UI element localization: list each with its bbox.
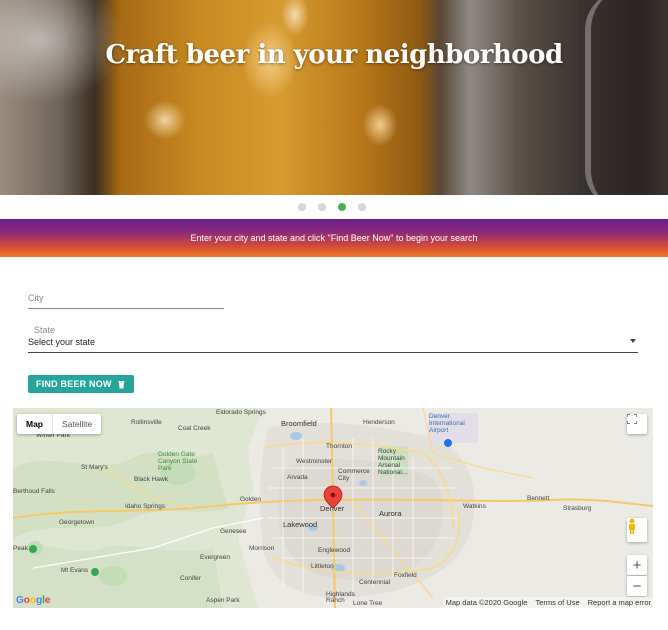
map-label: Berthoud Falls [13, 488, 55, 495]
google-map[interactable]: Eldorado Springs Henderson Denver Intern… [13, 408, 653, 608]
carousel-dot-4[interactable] [358, 203, 366, 211]
map-attribution: Map data ©2020 Google Terms of Use Repor… [443, 597, 653, 608]
map-label: Centennial [359, 579, 391, 586]
carousel-indicators [298, 203, 366, 211]
map-label: Rocky Mountain Arsenal National... [378, 448, 408, 476]
carousel-dot-2[interactable] [318, 203, 326, 211]
instruction-banner: Enter your city and state and click "Fin… [0, 219, 668, 257]
state-label: State [34, 325, 56, 335]
map-label: Aspen Park [206, 597, 240, 604]
map-label: Thornton [326, 443, 353, 450]
map-label: Morrison [249, 545, 275, 552]
map-label: Lakewood [283, 520, 318, 529]
beer-mug-icon [118, 380, 125, 388]
map-label: Black Hawk [134, 476, 168, 483]
fullscreen-button[interactable] [627, 414, 647, 434]
map-type-control: Map Satellite [17, 414, 102, 434]
city-input[interactable]: City [28, 287, 224, 309]
find-beer-now-label: FIND BEER NOW [36, 379, 112, 389]
minus-icon: − [632, 577, 642, 595]
map-label: Bennett [527, 495, 550, 502]
street-view-pegman-button[interactable] [627, 518, 647, 542]
map-label: Lone Tree [353, 600, 383, 607]
map-label: Henderson [363, 419, 395, 426]
map-data-credit: Map data ©2020 Google [445, 598, 528, 607]
zoom-out-button[interactable]: − [627, 576, 647, 596]
terms-of-use-link[interactable]: Terms of Use [535, 598, 579, 607]
hero-title: Craft beer in your neighborhood [105, 40, 563, 70]
map-label: Denver [320, 504, 345, 513]
map-type-map-button[interactable]: Map [17, 414, 52, 434]
carousel-dot-1[interactable] [298, 203, 306, 211]
map-label: Commerce City [338, 468, 370, 482]
report-map-error-link[interactable]: Report a map error [588, 598, 651, 607]
plus-icon: + [632, 556, 642, 574]
map-label: St Mary's [81, 464, 108, 471]
map-label: Strasburg [563, 505, 592, 512]
hero-banner-image: Craft beer in your neighborhood [0, 0, 668, 195]
map-label: Denver International Airport [429, 413, 465, 434]
beer-foam-graphic [110, 0, 440, 195]
find-beer-now-button[interactable]: FIND BEER NOW [28, 375, 134, 393]
map-label: Conifer [180, 575, 201, 582]
map-type-satellite-button[interactable]: Satellite [52, 414, 101, 434]
city-placeholder: City [28, 293, 44, 303]
pegman-icon [629, 518, 635, 534]
map-label: Golden Gate Canyon State Park [158, 451, 198, 472]
map-label: Genesee [220, 528, 247, 535]
map-label: Mt Evans [61, 567, 89, 574]
map-label: Englewood [318, 547, 351, 554]
zoom-in-button[interactable]: + [627, 555, 647, 575]
map-label: Broomfield [281, 419, 317, 428]
map-label: Georgetown [59, 519, 95, 526]
map-label: Aurora [379, 509, 402, 518]
google-logo[interactable]: Google [16, 595, 50, 606]
map-label: Rollinsville [131, 419, 162, 426]
map-label: Golden [240, 496, 261, 503]
map-label: Littleton [311, 563, 334, 570]
map-label: Eldorado Springs [216, 409, 266, 416]
map-label: Foxfield [394, 572, 417, 579]
fullscreen-icon [627, 414, 637, 424]
state-selected-value: Select your state [28, 337, 96, 347]
map-label: Westminster [296, 458, 332, 465]
glass-edge-graphic [585, 0, 665, 195]
map-label: Arvada [287, 474, 308, 481]
carousel-dot-3[interactable] [338, 203, 346, 211]
map-label: Watkins [463, 503, 486, 510]
map-label: Idaho Springs [125, 503, 166, 510]
map-label: Coal Creek [178, 425, 211, 432]
map-label: Evergreen [200, 554, 230, 561]
map-label: Peak [13, 545, 28, 552]
state-select[interactable]: State Select your state [28, 323, 638, 353]
dropdown-caret-icon [630, 339, 636, 343]
